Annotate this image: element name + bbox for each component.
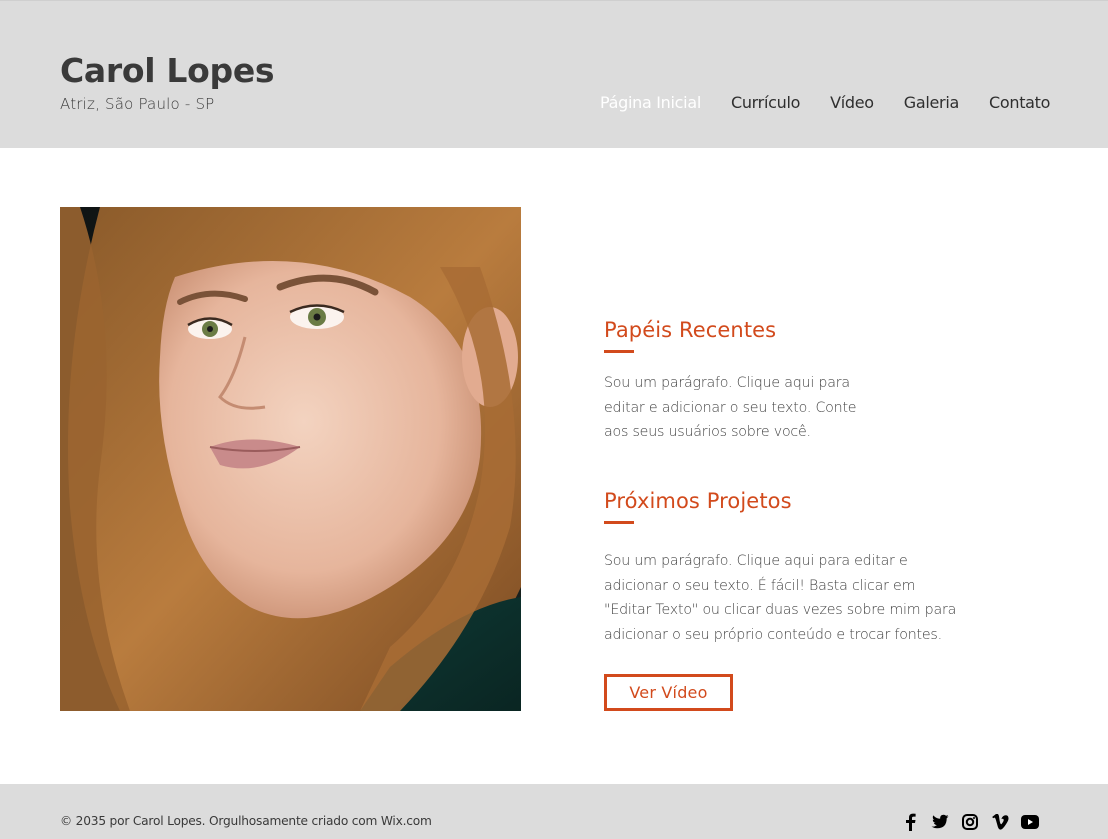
nav-item-home[interactable]: Página Inicial — [600, 93, 701, 112]
paragraph-line: adicionar o seu texto. É fácil! Basta cl… — [604, 577, 916, 594]
section-divider — [604, 350, 634, 353]
section-text-recent-roles: Sou um parágrafo. Clique aqui para edita… — [604, 371, 864, 445]
portrait-photo — [60, 207, 521, 711]
site-header: Carol Lopes Atriz, São Paulo - SP Página… — [0, 0, 1108, 148]
paragraph-line: adicionar o seu próprio conteúdo e troca… — [604, 626, 942, 643]
section-text-upcoming-projects: Sou um parágrafo. Clique aqui para edita… — [604, 549, 984, 647]
paragraph-line: editar e adicionar o seu texto. Conte — [604, 399, 857, 416]
paragraph-line: Sou um parágrafo. Clique aqui para — [604, 375, 850, 391]
nav-item-contact[interactable]: Contato — [989, 93, 1050, 112]
paragraph-line: "Editar Texto" ou clicar duas vezes sobr… — [604, 602, 957, 618]
main-nav: Página Inicial Currículo Vídeo Galeria C… — [600, 91, 1050, 113]
site-subtitle: Atriz, São Paulo - SP — [60, 95, 215, 113]
facebook-icon[interactable] — [900, 812, 920, 832]
section-title-recent-roles: Papéis Recentes — [604, 318, 777, 342]
section-title-upcoming-projects: Próximos Projetos — [604, 489, 792, 513]
instagram-icon[interactable] — [960, 812, 980, 832]
vimeo-icon[interactable] — [990, 812, 1010, 832]
youtube-icon[interactable] — [1020, 812, 1040, 832]
twitter-icon[interactable] — [930, 812, 950, 832]
paragraph-line: aos seus usuários sobre você. — [604, 424, 811, 440]
portrait-image — [60, 207, 521, 711]
nav-item-video[interactable]: Vídeo — [830, 93, 874, 112]
social-links — [900, 812, 1040, 832]
nav-item-gallery[interactable]: Galeria — [904, 93, 960, 112]
site-footer: © 2035 por Carol Lopes. Orgulhosamente c… — [0, 784, 1108, 839]
paragraph-line: Sou um parágrafo. Clique aqui para edita… — [604, 553, 908, 569]
watch-video-button[interactable]: Ver Vídeo — [604, 674, 733, 711]
copyright-text: © 2035 por Carol Lopes. Orgulhosamente c… — [60, 814, 432, 828]
site-title[interactable]: Carol Lopes — [60, 51, 275, 90]
section-divider — [604, 521, 634, 524]
nav-item-resume[interactable]: Currículo — [731, 93, 800, 112]
